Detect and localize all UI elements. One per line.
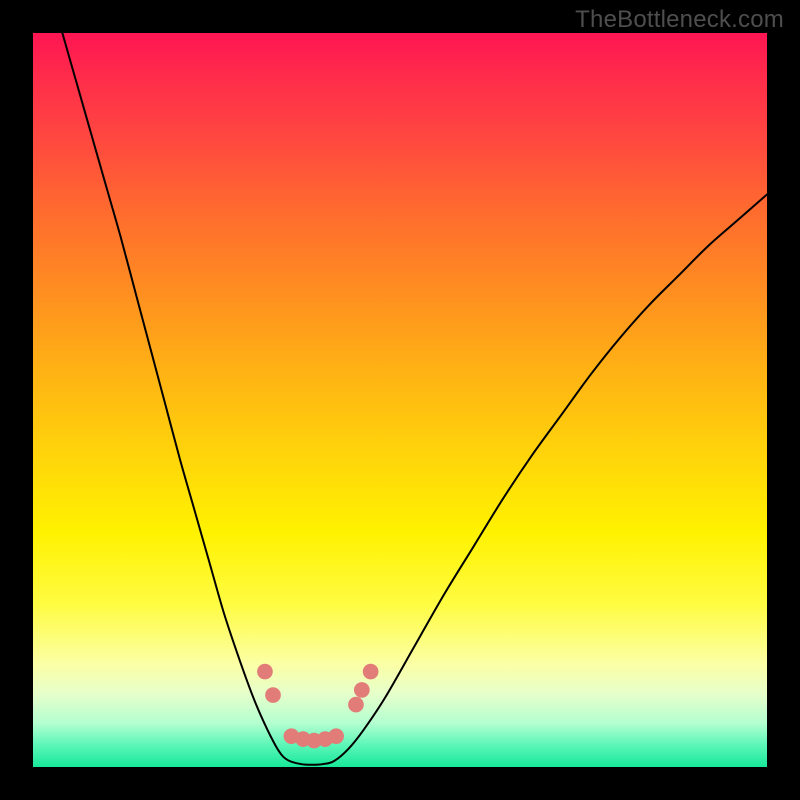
bottleneck-curve (62, 33, 767, 765)
curve-marker (349, 697, 364, 712)
curve-marker (329, 729, 344, 744)
curve-marker (354, 683, 369, 698)
plot-area (33, 33, 767, 767)
curve-marker (258, 664, 273, 679)
curve-marker (363, 664, 378, 679)
bottleneck-curve-svg (33, 33, 767, 767)
chart-frame: TheBottleneck.com (0, 0, 800, 800)
watermark-text: TheBottleneck.com (575, 6, 784, 34)
curve-marker (266, 688, 281, 703)
